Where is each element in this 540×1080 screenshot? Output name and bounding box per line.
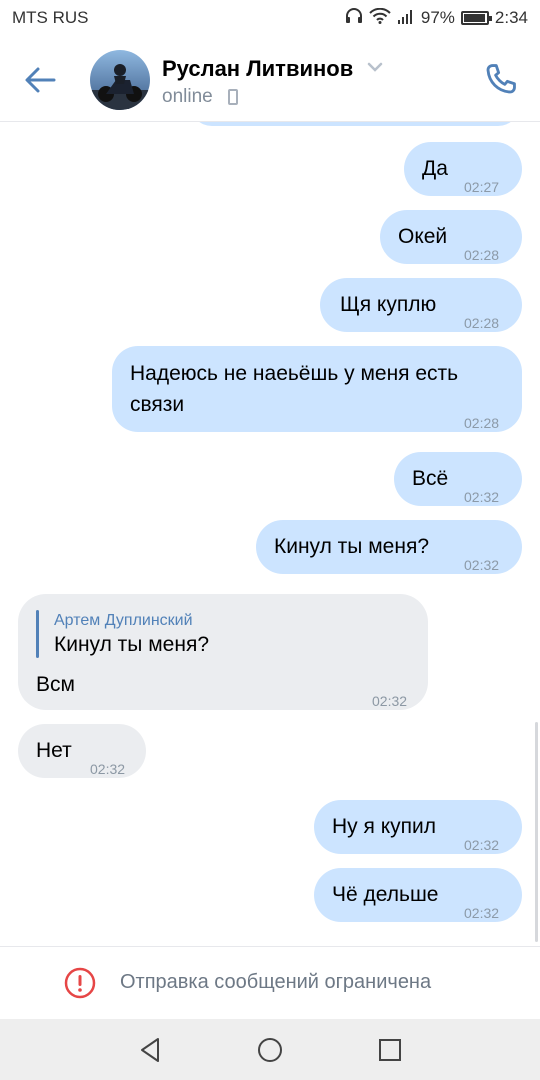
mobile-phone-icon bbox=[228, 89, 238, 105]
headphones-icon bbox=[345, 7, 363, 29]
reply-text: Кинул ты меня? bbox=[54, 633, 209, 656]
exclamation-circle-icon bbox=[64, 967, 96, 1004]
contact-status: online bbox=[162, 86, 213, 107]
message-text-line: связи bbox=[130, 393, 185, 416]
status-bar: MTS RUS 97% 2:34 bbox=[0, 0, 540, 36]
message-text: Ну я купил bbox=[332, 815, 436, 838]
message-time: 02:32 bbox=[464, 557, 500, 573]
restriction-text: Отправка сообщений ограничена bbox=[120, 971, 432, 993]
message-bubble[interactable]: Щя куплю 02:28 bbox=[320, 278, 522, 332]
message-time: 02:32 bbox=[372, 693, 408, 709]
nav-home-icon[interactable] bbox=[253, 1033, 287, 1067]
message-bubble[interactable]: Надеюсь не наеьёшь у меня есть связи 02:… bbox=[112, 346, 522, 432]
carrier-label: MTS RUS bbox=[12, 8, 89, 27]
message-time: 02:32 bbox=[464, 489, 500, 505]
signal-icon bbox=[397, 8, 415, 29]
message-bubble-partial[interactable] bbox=[190, 122, 520, 126]
battery-percent: 97% bbox=[420, 8, 455, 27]
restriction-footer: Отправка сообщений ограничена bbox=[0, 946, 540, 1019]
message-time: 02:32 bbox=[90, 761, 126, 777]
clock: 2:34 bbox=[494, 8, 528, 27]
call-button[interactable] bbox=[482, 60, 520, 98]
message-bubble[interactable]: Чё дельше 02:32 bbox=[314, 868, 522, 922]
status-icons: 97% 2:34 bbox=[345, 6, 528, 30]
nav-recents-icon[interactable] bbox=[373, 1033, 407, 1067]
message-bubble[interactable]: Окей 02:28 bbox=[380, 210, 522, 264]
phone-icon bbox=[486, 64, 516, 94]
message-time: 02:28 bbox=[464, 247, 500, 263]
reply-quote-bar bbox=[36, 610, 39, 658]
message-text: Щя куплю bbox=[340, 293, 437, 316]
battery-icon bbox=[460, 11, 492, 25]
contact-name[interactable]: Руслан Литвинов bbox=[162, 56, 353, 82]
message-time: 02:32 bbox=[464, 837, 500, 853]
message-bubble[interactable]: Ну я купил 02:32 bbox=[314, 800, 522, 854]
message-text: Кинул ты меня? bbox=[274, 535, 429, 558]
back-arrow-icon bbox=[25, 67, 56, 93]
message-time: 02:28 bbox=[464, 315, 500, 331]
message-bubble[interactable]: Нет 02:32 bbox=[18, 724, 146, 778]
message-bubble[interactable]: Всё 02:32 bbox=[394, 452, 522, 506]
chat-header: Руслан Литвинов online bbox=[0, 36, 540, 122]
avatar[interactable] bbox=[90, 50, 150, 110]
message-text: Всм bbox=[36, 673, 75, 696]
message-text: Всё bbox=[412, 467, 449, 490]
wifi-icon bbox=[369, 7, 391, 29]
chevron-down-icon[interactable] bbox=[366, 60, 384, 78]
message-time: 02:28 bbox=[464, 415, 500, 431]
message-bubble[interactable]: Да 02:27 bbox=[404, 142, 522, 196]
message-text: Да bbox=[422, 157, 448, 180]
scrollbar[interactable] bbox=[535, 722, 538, 942]
message-list[interactable]: Да 02:27 Окей 02:28 Щя куплю 02:28 Надею… bbox=[0, 122, 540, 946]
message-time: 02:32 bbox=[464, 905, 500, 921]
message-time: 02:27 bbox=[464, 179, 500, 195]
message-text: Окей bbox=[398, 225, 448, 248]
message-text: Чё дельше bbox=[332, 883, 439, 906]
message-text-line: Надеюсь не наеьёшь у меня есть bbox=[130, 362, 459, 385]
nav-back-icon[interactable] bbox=[134, 1033, 168, 1067]
system-nav-bar bbox=[0, 1019, 540, 1080]
message-bubble-with-reply[interactable]: Артем Дуплинский Кинул ты меня? Всм 02:3… bbox=[18, 594, 428, 710]
message-text: Нет bbox=[36, 739, 72, 762]
back-button[interactable] bbox=[20, 60, 60, 100]
message-bubble[interactable]: Кинул ты меня? 02:32 bbox=[256, 520, 522, 574]
